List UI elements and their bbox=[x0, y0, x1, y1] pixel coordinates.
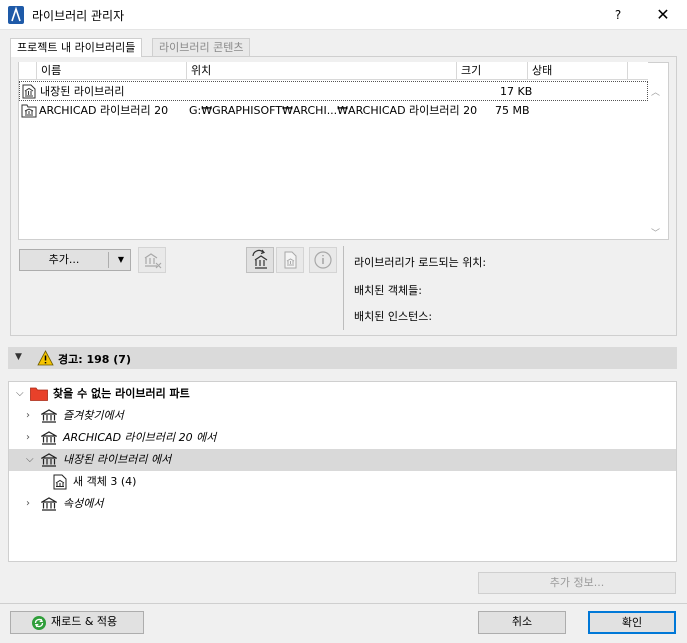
add-dropdown-chevron-down-icon[interactable]: ▼ bbox=[112, 249, 130, 271]
tree-item-label: 내장된 라이브러리 에서 bbox=[63, 453, 172, 466]
tree-item-label: ARCHICAD 라이브러리 20 에서 bbox=[63, 431, 217, 444]
tree-expand-chevron-down-icon[interactable]: ⌵ bbox=[16, 383, 26, 405]
library-document-icon bbox=[284, 251, 297, 269]
more-info-button[interactable]: 추가 정보... bbox=[478, 572, 676, 594]
footer-divider bbox=[0, 603, 687, 604]
tree-expand-chevron-right-icon[interactable]: › bbox=[26, 427, 36, 449]
ok-button[interactable]: 확인 bbox=[588, 611, 676, 634]
tree-expand-chevron-right-icon[interactable]: › bbox=[26, 405, 36, 427]
library-icon bbox=[41, 453, 57, 467]
folder-icon bbox=[30, 387, 48, 401]
tree-item-child[interactable]: 새 객체 3 (4) bbox=[9, 471, 676, 493]
placed-objects-label: 배치된 객체들: bbox=[354, 284, 422, 297]
table-header-icon bbox=[19, 62, 37, 80]
tree-item[interactable]: › ARCHICAD 라이브러리 20 에서 bbox=[9, 427, 676, 449]
add-button-label: 추가... bbox=[48, 253, 80, 266]
info-button[interactable] bbox=[309, 247, 337, 273]
table-header-filler bbox=[628, 62, 648, 80]
table-header-name[interactable]: 이름 bbox=[37, 62, 187, 80]
table-header-size[interactable]: 크기 bbox=[457, 62, 528, 80]
info-divider bbox=[343, 246, 344, 330]
window-title: 라이브러리 관리자 bbox=[32, 9, 125, 23]
tree-item-label: 속성에서 bbox=[63, 497, 104, 510]
tab-library-contents[interactable]: 라이브러리 콘텐츠 bbox=[152, 38, 251, 56]
reload-library-button[interactable] bbox=[246, 247, 274, 273]
close-icon[interactable]: ✕ bbox=[646, 3, 680, 27]
archicad-logo-icon bbox=[8, 6, 24, 24]
table-row[interactable]: 내장된 라이브러리 17 KB bbox=[19, 81, 648, 101]
reload-apply-button[interactable]: 재로드 & 적용 bbox=[10, 611, 144, 634]
warnings-collapse-chevron-down-icon[interactable]: ▼ bbox=[15, 352, 22, 362]
tab-project-libraries[interactable]: 프로젝트 내 라이브러리들 bbox=[10, 38, 143, 57]
remove-library-button[interactable] bbox=[138, 247, 166, 273]
library-file-icon bbox=[22, 84, 36, 99]
add-button-divider bbox=[108, 252, 109, 268]
object-file-icon bbox=[53, 474, 67, 490]
library-folder-icon bbox=[21, 104, 37, 118]
tree-item[interactable]: › 즐겨찾기에서 bbox=[9, 405, 676, 427]
warnings-count: 경고: 198 (7) bbox=[58, 353, 131, 366]
row-location: G:₩GRAPHISOFT₩ARCHI...₩ARCHICAD 라이브러리 20 bbox=[189, 104, 478, 117]
table-header-status[interactable]: 상태 bbox=[528, 62, 628, 80]
library-icon bbox=[41, 409, 57, 423]
row-name: ARCHICAD 라이브러리 20 bbox=[39, 104, 169, 117]
library-settings-button[interactable] bbox=[276, 247, 304, 273]
row-name: 내장된 라이브러리 bbox=[40, 85, 125, 98]
row-size: 17 KB bbox=[500, 85, 533, 98]
tree-expand-chevron-right-icon[interactable]: › bbox=[26, 493, 36, 515]
table-header-location[interactable]: 위치 bbox=[187, 62, 457, 80]
tree-item[interactable]: › 속성에서 bbox=[9, 493, 676, 515]
library-icon bbox=[41, 431, 57, 445]
tree-item-label: 즐겨찾기에서 bbox=[63, 409, 124, 422]
tree-expand-chevron-down-icon[interactable]: ⌵ bbox=[26, 449, 36, 471]
help-button[interactable]: ? bbox=[604, 3, 632, 27]
cancel-button[interactable]: 취소 bbox=[478, 611, 566, 634]
placed-instances-label: 배치된 인스턴스: bbox=[354, 310, 433, 323]
library-icon bbox=[41, 497, 57, 511]
tree-item-selected[interactable]: ⌵ 내장된 라이브러리 에서 bbox=[9, 449, 676, 471]
tree-item-label: 새 객체 3 (4) bbox=[73, 475, 137, 488]
refresh-icon bbox=[32, 616, 46, 630]
scroll-down-icon[interactable]: ﹀ bbox=[651, 226, 660, 239]
load-location-label: 라이브러리가 로드되는 위치: bbox=[354, 256, 487, 269]
tree-item-root[interactable]: ⌵ 찾을 수 없는 라이브러리 파트 bbox=[9, 383, 676, 405]
warning-icon bbox=[37, 350, 54, 366]
row-size: 75 MB bbox=[495, 104, 530, 117]
tree-root-label: 찾을 수 없는 라이브러리 파트 bbox=[53, 387, 190, 400]
scroll-up-icon[interactable]: ︿ bbox=[651, 85, 660, 98]
reload-apply-label: 재로드 & 적용 bbox=[51, 615, 118, 628]
reload-library-icon bbox=[252, 249, 268, 269]
table-row[interactable]: ARCHICAD 라이브러리 20 G:₩GRAPHISOFT₩ARCHI...… bbox=[19, 101, 648, 121]
info-icon bbox=[314, 251, 332, 269]
remove-library-icon bbox=[144, 253, 162, 269]
